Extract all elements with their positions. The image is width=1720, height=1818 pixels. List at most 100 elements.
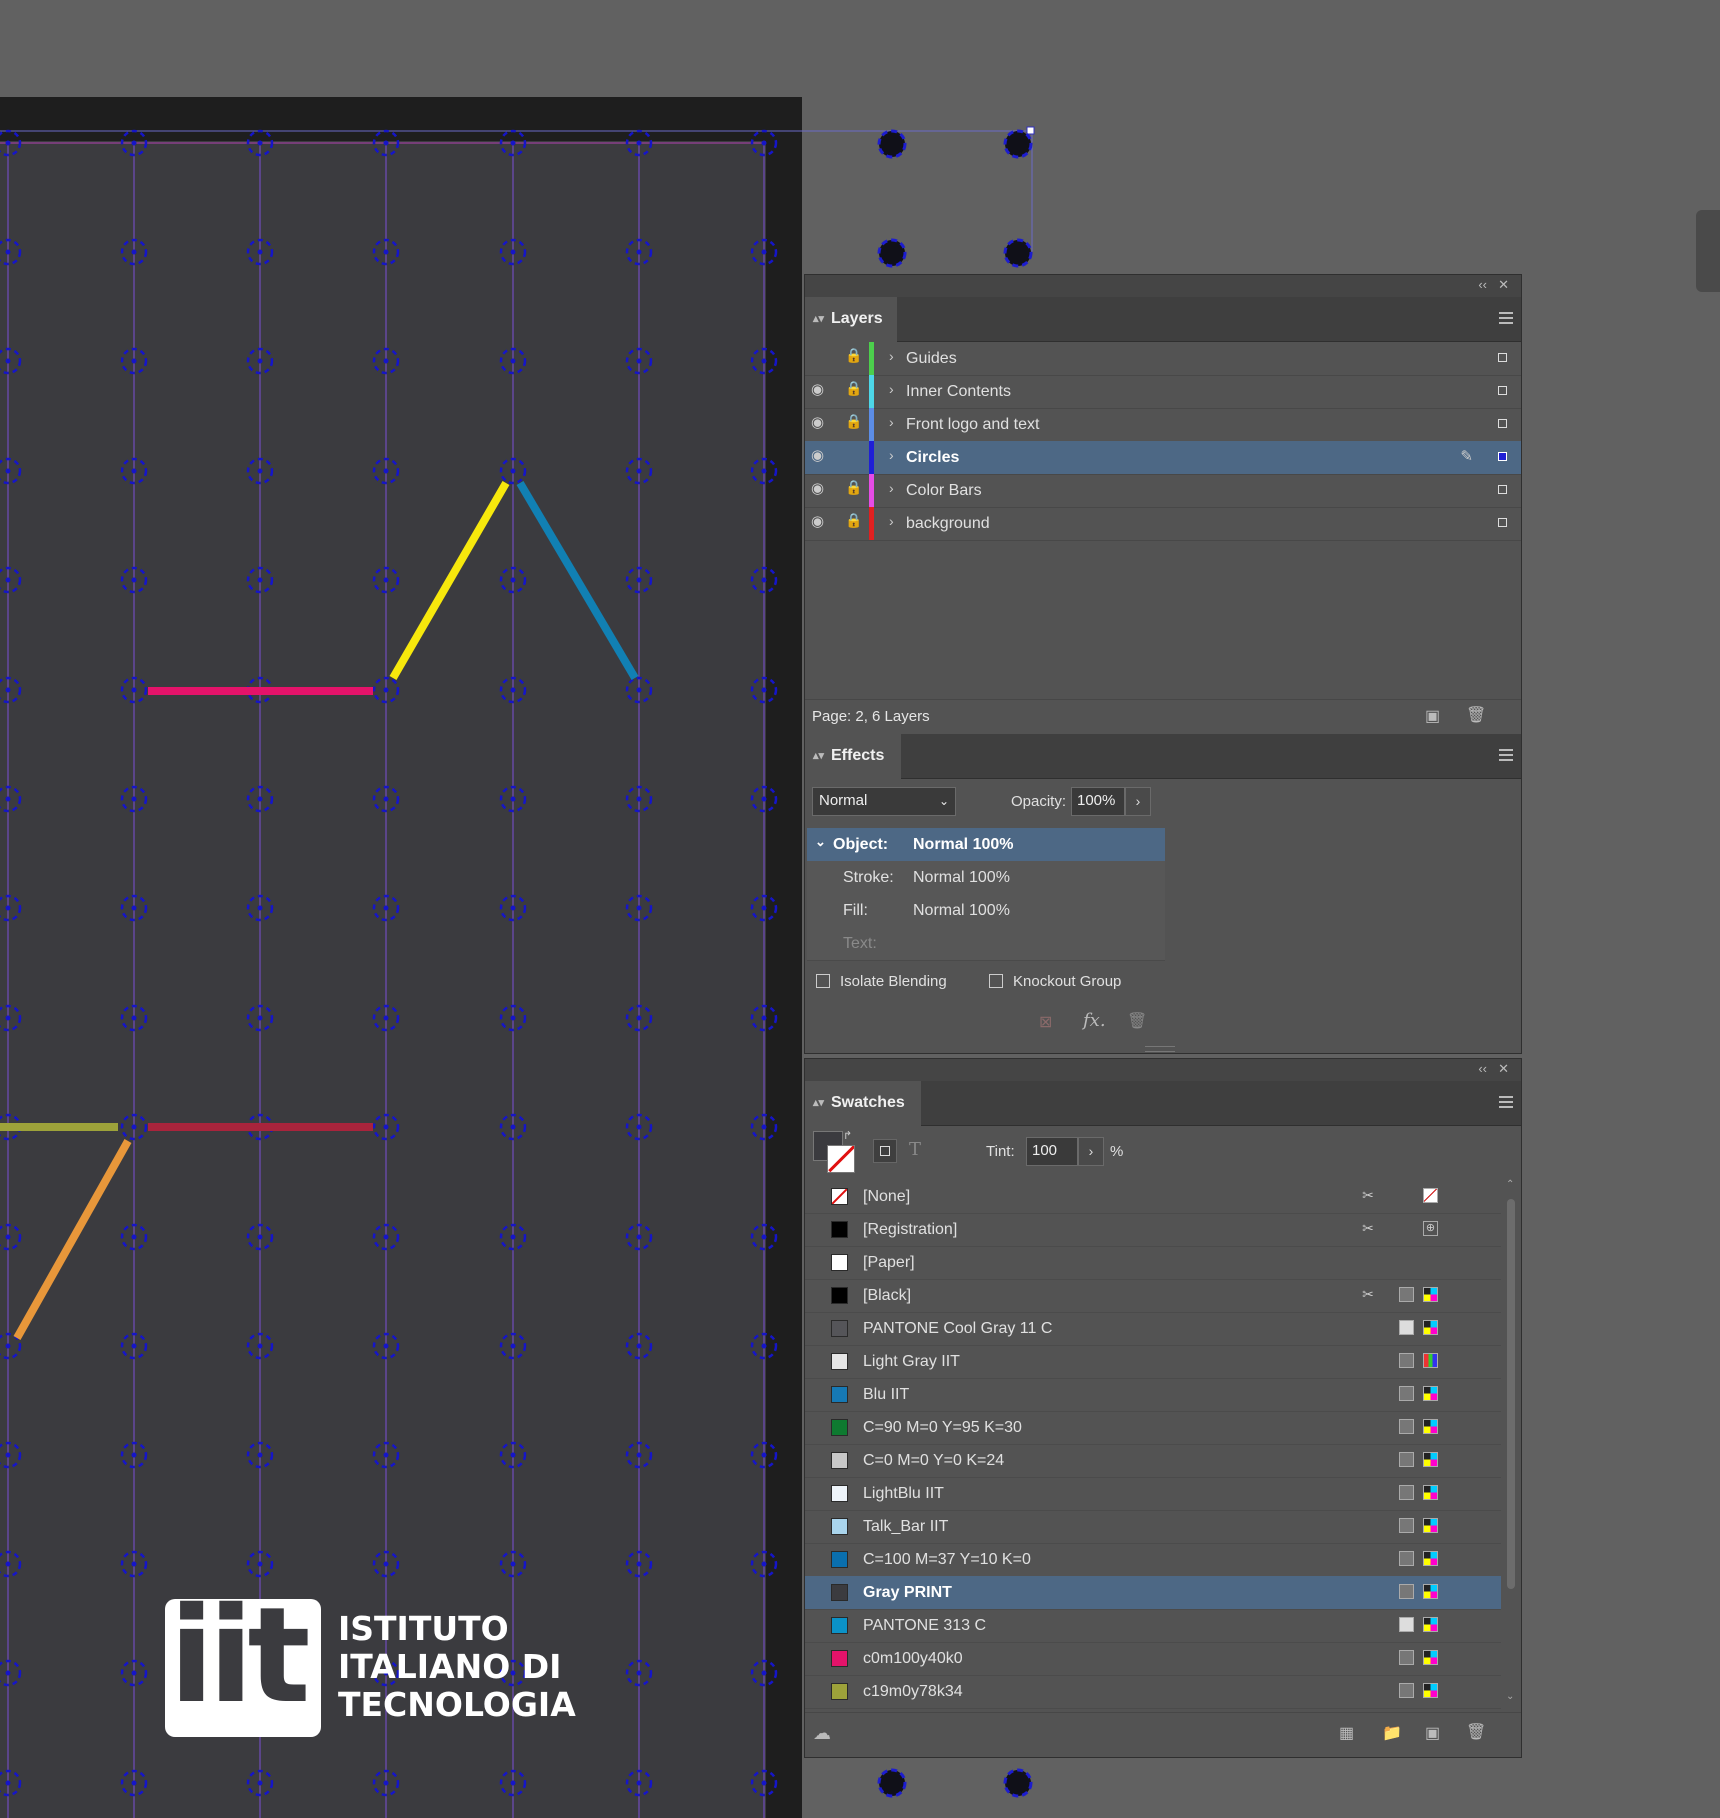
panel-menu-icon[interactable] <box>1499 749 1513 764</box>
eye-icon[interactable]: ◉ <box>811 380 831 400</box>
clear-effects-icon[interactable]: ⊠ <box>1039 1012 1052 1032</box>
close-panel-icon[interactable]: ✕ <box>1498 277 1509 293</box>
effects-target-row[interactable]: Stroke: Normal 100% <box>807 861 1165 895</box>
selection-indicator[interactable] <box>1498 452 1507 461</box>
cc-libraries-icon[interactable]: ☁ <box>813 1723 831 1744</box>
swatch-row[interactable]: [Paper] <box>805 1246 1501 1280</box>
tint-slider-button[interactable]: › <box>1078 1137 1104 1166</box>
opacity-field[interactable]: 100% <box>1071 787 1125 816</box>
lock-icon[interactable]: 🔒 <box>845 413 862 433</box>
swatch-row[interactable]: C=100 M=37 Y=10 K=0 <box>805 1543 1501 1577</box>
isolate-blending-checkbox[interactable] <box>816 974 830 988</box>
swatch-row[interactable]: c19m0y78k34 <box>805 1675 1501 1709</box>
swatch-row[interactable]: [Black] ✂ <box>805 1279 1501 1313</box>
disclosure-chevron-icon[interactable]: › <box>889 414 894 430</box>
effects-target-row[interactable]: Text: <box>807 927 1165 961</box>
pasteboard-circle[interactable] <box>877 129 907 159</box>
pasteboard-circle[interactable] <box>1003 1768 1033 1798</box>
swatch-row[interactable]: Gray PRINT <box>805 1576 1501 1610</box>
disclosure-chevron-icon[interactable]: › <box>889 348 894 364</box>
eye-icon[interactable]: ◉ <box>811 512 831 532</box>
panel-menu-icon[interactable] <box>1499 312 1513 327</box>
cmyk-mode-icon <box>1423 1386 1438 1401</box>
tab-effects[interactable]: ▴▾ Effects <box>805 734 901 779</box>
disclosure-chevron-icon[interactable]: › <box>889 480 894 496</box>
swap-fill-stroke-icon[interactable]: ↱ <box>843 1129 852 1142</box>
close-panel-icon[interactable]: ✕ <box>1498 1061 1509 1077</box>
tab-swatches[interactable]: ▴▾ Swatches <box>805 1081 921 1126</box>
offscreen-panel-stub[interactable] <box>1696 210 1720 292</box>
knockout-group-checkbox[interactable] <box>989 974 1003 988</box>
pasteboard-circle[interactable] <box>1003 129 1033 159</box>
layer-row[interactable]: ◉ 🔒 › Color Bars <box>805 474 1521 508</box>
effects-target-row[interactable]: Fill: Normal 100% <box>807 894 1165 928</box>
visibility-toggle[interactable] <box>811 347 831 367</box>
trash-icon[interactable]: 🗑 <box>1466 705 1486 725</box>
new-swatch-icon[interactable]: ▣ <box>1425 1723 1440 1743</box>
swatch-name: c0m100y40k0 <box>863 1650 963 1667</box>
lock-icon[interactable]: 🔒 <box>845 479 862 499</box>
pasteboard-circle[interactable] <box>877 1768 907 1798</box>
scroll-up-icon[interactable]: ⌃ <box>1506 1179 1514 1190</box>
swatch-row[interactable]: [Registration] ✂ ⊕ <box>805 1213 1501 1247</box>
disclosure-chevron-icon[interactable]: › <box>889 513 894 529</box>
scrollbar-thumb[interactable] <box>1507 1199 1515 1589</box>
trash-icon[interactable]: 🗑 <box>1466 1722 1486 1742</box>
swatch-row[interactable]: Light Gray IIT <box>805 1345 1501 1379</box>
show-swatch-kinds-icon[interactable]: ▦ <box>1339 1723 1354 1743</box>
lock-toggle[interactable] <box>845 446 859 466</box>
selection-indicator[interactable] <box>1498 419 1507 428</box>
new-layer-icon[interactable]: ▣ <box>1425 706 1440 726</box>
cmyk-mode-icon <box>1423 1551 1438 1566</box>
swatch-row[interactable]: C=0 M=0 Y=0 K=24 <box>805 1444 1501 1478</box>
selection-corner-handle[interactable] <box>1026 126 1035 135</box>
container-formatting-button[interactable] <box>873 1139 897 1163</box>
swatch-row[interactable]: [None] ✂ <box>805 1180 1501 1214</box>
selection-indicator[interactable] <box>1498 386 1507 395</box>
new-color-group-icon[interactable]: 📁 <box>1382 1723 1402 1743</box>
disclosure-chevron-icon[interactable]: › <box>889 381 894 397</box>
layer-row[interactable]: 🔒 › Guides <box>805 342 1521 376</box>
spot-color-icon <box>1399 1617 1414 1632</box>
panel-menu-icon[interactable] <box>1499 1096 1513 1111</box>
lock-icon[interactable]: 🔒 <box>845 347 862 367</box>
collapse-panels-icon[interactable]: ‹‹ <box>1478 277 1487 292</box>
layer-row[interactable]: ◉ 🔒 › Inner Contents <box>805 375 1521 409</box>
swatch-row[interactable]: PANTONE Cool Gray 11 C <box>805 1312 1501 1346</box>
swatch-row[interactable]: LightBlu IIT <box>805 1477 1501 1511</box>
effects-target-row[interactable]: ⌄ Object: Normal 100% <box>807 828 1165 862</box>
chevron-down-icon[interactable]: ⌄ <box>815 834 826 850</box>
swatch-scrollbar[interactable]: ⌃ ⌄ <box>1505 1179 1517 1709</box>
swatch-row[interactable]: PANTONE 313 C <box>805 1609 1501 1643</box>
swatch-row[interactable]: C=90 M=0 Y=95 K=30 <box>805 1411 1501 1445</box>
stroke-swatch-proxy[interactable] <box>827 1145 855 1173</box>
selection-indicator[interactable] <box>1498 353 1507 362</box>
lock-icon[interactable]: 🔒 <box>845 380 862 400</box>
selection-indicator[interactable] <box>1498 485 1507 494</box>
eye-icon[interactable]: ◉ <box>811 446 831 466</box>
pasteboard-circle[interactable] <box>1003 238 1033 268</box>
tint-field[interactable]: 100 <box>1026 1137 1078 1166</box>
swatch-chip <box>831 1353 848 1370</box>
layer-row[interactable]: ◉ 🔒 › Front logo and text <box>805 408 1521 442</box>
eye-icon[interactable]: ◉ <box>811 413 831 433</box>
opacity-slider-button[interactable]: › <box>1125 787 1151 816</box>
panel-resize-grip[interactable] <box>1145 1046 1175 1052</box>
disclosure-chevron-icon[interactable]: › <box>889 447 894 463</box>
blend-mode-select[interactable]: Normal ⌄ <box>812 787 956 816</box>
swatch-row[interactable]: c0m100y40k0 <box>805 1642 1501 1676</box>
eye-icon[interactable]: ◉ <box>811 479 831 499</box>
swatch-row[interactable]: Talk_Bar IIT <box>805 1510 1501 1544</box>
collapse-panels-icon[interactable]: ‹‹ <box>1478 1061 1487 1076</box>
layer-row[interactable]: ◉ 🔒 › background <box>805 507 1521 541</box>
fx-button[interactable]: fx. <box>1083 1010 1106 1031</box>
tab-layers[interactable]: ▴▾ Layers <box>805 297 897 342</box>
selection-indicator[interactable] <box>1498 518 1507 527</box>
scroll-down-icon[interactable]: ⌄ <box>1506 1691 1514 1702</box>
pasteboard-circle[interactable] <box>877 238 907 268</box>
swatch-row[interactable]: Blu IIT <box>805 1378 1501 1412</box>
text-formatting-icon[interactable]: T <box>909 1139 921 1160</box>
lock-icon[interactable]: 🔒 <box>845 512 862 532</box>
layer-row[interactable]: ◉ › Circles ✎ <box>805 441 1521 475</box>
trash-icon[interactable]: 🗑 <box>1127 1011 1147 1031</box>
